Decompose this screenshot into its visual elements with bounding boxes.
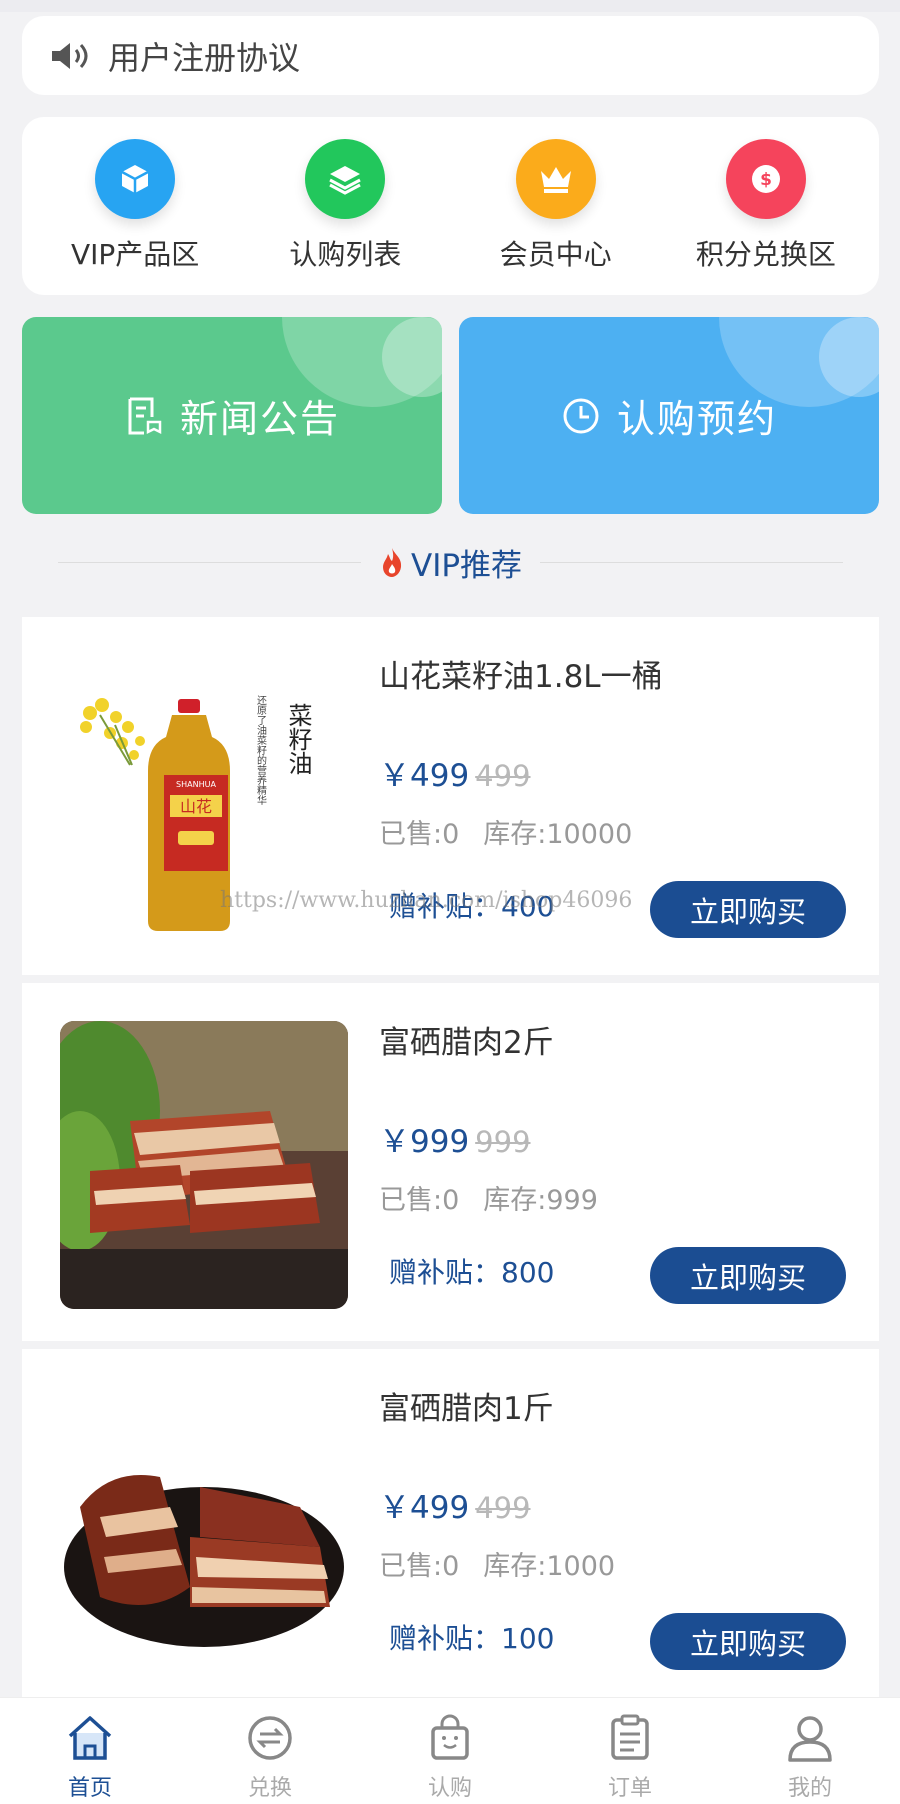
tab-label: 兑换: [247, 1776, 292, 1801]
product-card[interactable]: 富硒腊肉1斤 ￥499 499 已售:0 库存:1000 赠补贴：100 立即购买: [22, 1349, 879, 1707]
quick-nav-label: 积分兑换区: [695, 238, 836, 271]
box-icon: [95, 139, 176, 219]
buy-now-button[interactable]: 立即购买: [650, 1247, 846, 1304]
news-banner-label: 新闻公告: [179, 397, 340, 441]
sold-count: 已售:0: [379, 1551, 460, 1582]
document-icon: [128, 397, 162, 434]
subscription-banner[interactable]: 认购预约: [459, 317, 879, 514]
product-price: ￥999 999: [379, 1116, 531, 1161]
layers-icon: [305, 139, 386, 219]
original-price: 499: [475, 759, 531, 793]
news-banner[interactable]: 新闻公告: [22, 317, 442, 514]
bottle-logo-text: 山花: [180, 797, 212, 816]
quick-nav-label: 会员中心: [499, 238, 612, 271]
subsidy-text: 赠补贴：100: [389, 1622, 555, 1655]
dollar-icon: $: [725, 139, 806, 219]
user-icon: [788, 1716, 832, 1762]
tab-profile[interactable]: 我的: [720, 1698, 900, 1804]
stock-count: 库存:999: [483, 1185, 598, 1216]
quick-nav-vip-products[interactable]: VIP产品区: [35, 139, 235, 273]
home-icon: [68, 1716, 112, 1760]
stock-count: 库存:10000: [483, 819, 633, 850]
buy-now-button[interactable]: 立即购买: [650, 881, 846, 938]
tab-label: 首页: [67, 1776, 112, 1801]
product-name: 山花菜籽油1.8L一桶: [379, 659, 663, 695]
product-image-tag: 菜籽油: [284, 703, 312, 775]
sold-count: 已售:0: [379, 819, 460, 850]
product-image-bacon: [60, 1387, 348, 1675]
product-card[interactable]: 富硒腊肉2斤 ￥999 999 已售:0 库存:999 赠补贴：800 立即购买: [22, 983, 879, 1341]
quick-nav-member-center[interactable]: 会员中心: [456, 139, 656, 273]
product-card[interactable]: 山花 SHANHUA 菜籽油 还原了油菜籽的营养精华 山花菜籽油1.8L一桶 ￥…: [22, 617, 879, 975]
tab-exchange[interactable]: 兑换: [180, 1698, 360, 1804]
notice-bar[interactable]: 用户注册协议: [22, 16, 879, 95]
current-price: ￥499: [379, 758, 470, 794]
product-stats: 已售:0 库存:1000: [379, 1544, 615, 1583]
crown-icon: [515, 139, 596, 219]
product-stats: 已售:0 库存:10000: [379, 812, 632, 851]
clock-icon: [563, 398, 599, 433]
product-name: 富硒腊肉1斤: [379, 1391, 554, 1427]
subscription-banner-label: 认购预约: [616, 397, 777, 441]
flame-icon: [382, 548, 402, 577]
divider: [58, 561, 361, 563]
current-price: ￥999: [379, 1124, 470, 1160]
product-price: ￥499 499: [379, 750, 531, 795]
original-price: 999: [475, 1125, 531, 1159]
watermark: https://www.huzhan.com/ishop46096: [220, 888, 633, 913]
bottom-tab-bar: 首页 兑换 认购 订单 我的: [0, 1697, 900, 1804]
section-header: VIP推荐: [58, 532, 844, 592]
clipboard-icon: [611, 1714, 649, 1760]
subsidy-text: 赠补贴：800: [389, 1256, 555, 1289]
tab-label: 订单: [607, 1776, 652, 1801]
divider: [540, 561, 844, 563]
tab-home[interactable]: 首页: [0, 1698, 180, 1804]
section-title: VIP推荐: [410, 547, 523, 584]
product-name: 富硒腊肉2斤: [379, 1025, 554, 1061]
original-price: 499: [475, 1491, 531, 1525]
quick-nav: VIP产品区 认购列表 会员中心 $ 积分兑换区: [22, 117, 879, 295]
tab-subscribe[interactable]: 认购: [360, 1698, 540, 1804]
stock-count: 库存:1000: [483, 1551, 616, 1582]
current-price: ￥499: [379, 1490, 470, 1526]
notice-text: 用户注册协议: [108, 38, 301, 77]
shopping-bag-icon: [431, 1714, 469, 1760]
quick-nav-points-exchange[interactable]: $ 积分兑换区: [666, 139, 866, 273]
product-price: ￥499 499: [379, 1482, 531, 1527]
product-stats: 已售:0 库存:999: [379, 1178, 598, 1217]
svg-text:$: $: [760, 170, 772, 190]
quick-nav-subscription-list[interactable]: 认购列表: [245, 139, 445, 273]
tab-label: 我的: [787, 1776, 832, 1801]
speaker-icon: [52, 42, 88, 69]
quick-nav-label: VIP产品区: [70, 238, 200, 271]
sold-count: 已售:0: [379, 1185, 460, 1216]
bottle-brand-text: SHANHUA: [176, 780, 216, 789]
product-image-side-text: 还原了油菜籽的营养精华: [255, 695, 267, 806]
tab-label: 认购: [427, 1776, 472, 1801]
exchange-icon: [248, 1716, 292, 1760]
buy-now-button[interactable]: 立即购买: [650, 1613, 846, 1670]
status-strip: [0, 0, 900, 12]
quick-nav-label: 认购列表: [289, 238, 402, 271]
product-image-bacon: [60, 1021, 348, 1309]
tab-orders[interactable]: 订单: [540, 1698, 720, 1804]
